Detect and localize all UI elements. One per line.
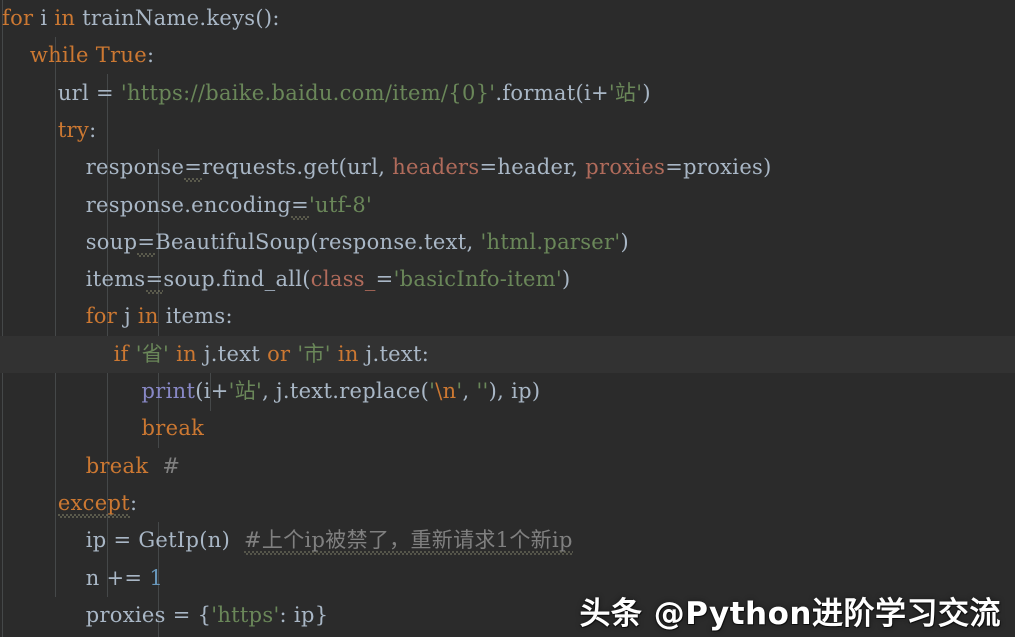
code-line[interactable]: try: <box>0 112 1015 149</box>
code-line[interactable]: except: <box>0 485 1015 522</box>
code-line-text: print(i+'站', j.text.replace('\n', ''), i… <box>141 379 541 403</box>
code-editor-viewport[interactable]: for i in trainName.keys(): while True: u… <box>0 0 1015 637</box>
code-line[interactable]: for j in items: <box>0 298 1015 335</box>
watermark-text: 头条 @Python进阶学习交流 <box>579 595 1001 632</box>
inline-comment: #上个ip被禁了，重新请求1个新ip <box>244 528 573 553</box>
code-line[interactable]: ip = GetIp(n) #上个ip被禁了，重新请求1个新ip <box>0 522 1015 559</box>
code-line-text: proxies = {'https': ip} <box>85 602 329 627</box>
code-line[interactable]: url = 'https://baike.baidu.com/item/{0}'… <box>0 75 1015 112</box>
code-line-text: url = 'https://baike.baidu.com/item/{0}'… <box>57 80 651 105</box>
code-line[interactable]: print(i+'站', j.text.replace('\n', ''), i… <box>0 373 1015 410</box>
code-line-text: for j in items: <box>85 304 233 329</box>
code-line[interactable]: while True: <box>0 37 1015 74</box>
code-line-text: break # <box>85 453 181 478</box>
code-line-text: while True: <box>29 43 155 68</box>
code-line[interactable]: n += 1 <box>0 560 1015 597</box>
code-line-text: if '省' in j.text or '市' in j.text: <box>113 341 430 366</box>
code-line[interactable]: break # <box>0 448 1015 485</box>
code-line-text: except: <box>57 490 138 515</box>
code-line-text: response=requests.get(url, headers=heade… <box>85 155 772 180</box>
inline-comment: # <box>162 453 181 478</box>
code-line-text: response.encoding='utf-8' <box>85 192 373 217</box>
code-line-text: ip = GetIp(n) #上个ip被禁了，重新请求1个新ip <box>85 528 573 553</box>
code-line-text: try: <box>57 117 97 142</box>
code-line-text: n += 1 <box>85 565 163 590</box>
code-line[interactable]: break <box>0 410 1015 447</box>
code-line-text: for i in trainName.keys(): <box>2 6 280 30</box>
code-line-text: items=soup.find_all(class_='basicInfo-it… <box>85 267 571 292</box>
code-line-current[interactable]: if '省' in j.text or '市' in j.text: <box>0 335 1015 373</box>
code-line-text: break <box>141 416 205 441</box>
code-lines: for i in trainName.keys(): while True: u… <box>0 0 1015 637</box>
code-line[interactable]: response=requests.get(url, headers=heade… <box>0 149 1015 186</box>
code-line[interactable]: response.encoding='utf-8' <box>0 187 1015 224</box>
code-line[interactable]: items=soup.find_all(class_='basicInfo-it… <box>0 261 1015 298</box>
code-line[interactable]: for i in trainName.keys(): <box>0 0 1015 37</box>
code-line-text: soup=BeautifulSoup(response.text, 'html.… <box>85 229 629 254</box>
code-line[interactable]: soup=BeautifulSoup(response.text, 'html.… <box>0 224 1015 261</box>
